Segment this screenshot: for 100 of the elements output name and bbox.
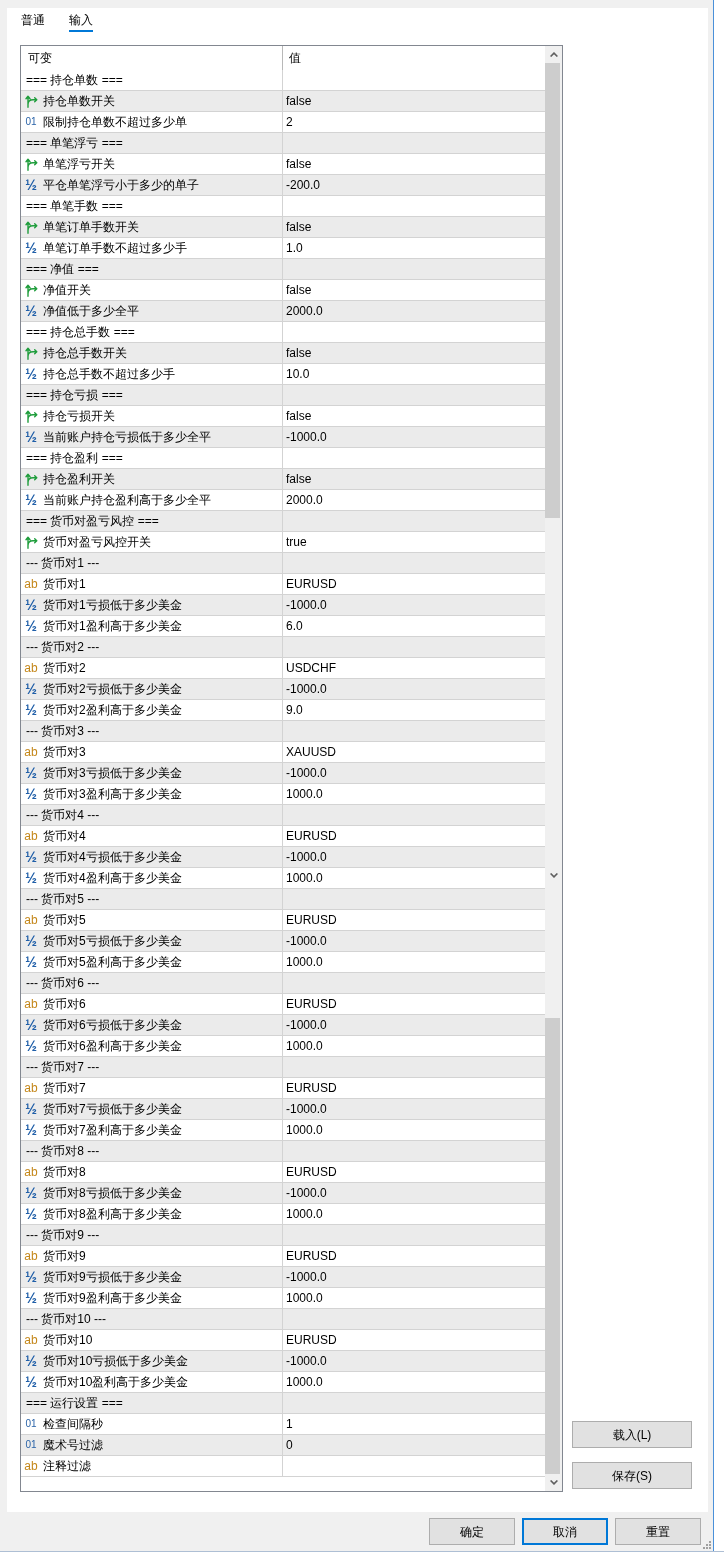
table-row[interactable]: ½ 当前账户持仓亏损低于多少全平 -1000.0 (21, 427, 545, 448)
parameter-value[interactable]: -200.0 (286, 179, 321, 191)
table-row[interactable]: ab 货币对8 EURUSD (21, 1162, 545, 1183)
resize-grip-icon[interactable] (703, 1541, 711, 1549)
dialog-button[interactable]: 取消 (522, 1518, 608, 1545)
parameter-value[interactable]: EURUSD (286, 914, 337, 926)
scrollbar-thumb[interactable] (545, 63, 560, 518)
table-row[interactable]: === 运行设置 === (21, 1393, 545, 1414)
parameter-value[interactable]: 1 (286, 1418, 293, 1430)
table-row[interactable]: --- 货币对4 --- (21, 805, 545, 826)
table-row[interactable]: ab 货币对7 EURUSD (21, 1078, 545, 1099)
parameter-value[interactable]: EURUSD (286, 1334, 337, 1346)
table-row[interactable]: 01 限制持仓单数不超过多少单 2 (21, 112, 545, 133)
table-row[interactable]: ab 注释过滤 (21, 1456, 545, 1477)
table-row[interactable]: 01 检查间隔秒 1 (21, 1414, 545, 1435)
parameter-value[interactable]: -1000.0 (286, 1271, 327, 1283)
column-header[interactable]: 值 (289, 52, 301, 64)
table-row[interactable]: ½ 平仓单笔浮亏小于多少的单子 -200.0 (21, 175, 545, 196)
table-row[interactable]: ½ 货币对6亏损低于多少美金 -1000.0 (21, 1015, 545, 1036)
dialog-button[interactable]: 重置 (615, 1518, 701, 1545)
table-row[interactable]: ½ 货币对9盈利高于多少美金 1000.0 (21, 1288, 545, 1309)
scrollbar-track[interactable] (545, 46, 562, 1491)
table-row[interactable]: ½ 当前账户持仓盈利高于多少全平 2000.0 (21, 490, 545, 511)
table-row[interactable]: === 货币对盈亏风控 === (21, 511, 545, 532)
table-row[interactable]: === 单笔浮亏 === (21, 133, 545, 154)
table-row[interactable]: --- 货币对2 --- (21, 637, 545, 658)
parameter-value[interactable]: -1000.0 (286, 1103, 327, 1115)
parameter-value[interactable]: 10.0 (286, 368, 310, 380)
table-row[interactable]: 单笔浮亏开关 false (21, 154, 545, 175)
table-row[interactable]: ½ 货币对7盈利高于多少美金 1000.0 (21, 1120, 545, 1141)
table-row[interactable]: 01 魔术号过滤 0 (21, 1435, 545, 1456)
dialog-button[interactable]: 确定 (429, 1518, 515, 1545)
table-row[interactable]: 持仓盈利开关 false (21, 469, 545, 490)
table-row[interactable]: --- 货币对3 --- (21, 721, 545, 742)
parameter-value[interactable]: EURUSD (286, 1250, 337, 1262)
column-header[interactable]: 可变 (28, 52, 52, 64)
parameter-value[interactable]: -1000.0 (286, 1355, 327, 1367)
table-row[interactable]: 货币对盈亏风控开关 true (21, 532, 545, 553)
table-row[interactable]: ½ 货币对1盈利高于多少美金 6.0 (21, 616, 545, 637)
parameter-value[interactable]: EURUSD (286, 830, 337, 842)
table-row[interactable]: === 单笔手数 === (21, 196, 545, 217)
parameter-value[interactable]: 9.0 (286, 704, 303, 716)
parameter-value[interactable]: false (286, 473, 312, 485)
parameter-value[interactable]: 0 (286, 1439, 293, 1451)
table-row[interactable]: --- 货币对7 --- (21, 1057, 545, 1078)
parameter-value[interactable]: -1000.0 (286, 1187, 327, 1199)
table-row[interactable]: === 净值 === (21, 259, 545, 280)
table-row[interactable]: ½ 持仓总手数不超过多少手 10.0 (21, 364, 545, 385)
parameter-value[interactable]: 1000.0 (286, 1292, 323, 1304)
table-row[interactable]: --- 货币对8 --- (21, 1141, 545, 1162)
parameter-value[interactable]: -1000.0 (286, 683, 327, 695)
parameter-value[interactable]: 1000.0 (286, 1124, 323, 1136)
parameter-value[interactable]: false (286, 221, 312, 233)
parameter-value[interactable]: 1000.0 (286, 872, 323, 884)
table-row[interactable]: ½ 货币对10亏损低于多少美金 -1000.0 (21, 1351, 545, 1372)
table-row[interactable]: 持仓总手数开关 false (21, 343, 545, 364)
parameter-value[interactable]: 1000.0 (286, 1376, 323, 1388)
table-row[interactable]: ½ 货币对7亏损低于多少美金 -1000.0 (21, 1099, 545, 1120)
parameter-value[interactable]: 2000.0 (286, 305, 323, 317)
parameter-value[interactable]: EURUSD (286, 1166, 337, 1178)
table-row[interactable]: === 持仓总手数 === (21, 322, 545, 343)
parameter-value[interactable]: false (286, 158, 312, 170)
table-row[interactable]: ½ 货币对6盈利高于多少美金 1000.0 (21, 1036, 545, 1057)
parameter-value[interactable]: -1000.0 (286, 767, 327, 779)
table-row[interactable]: ab 货币对9 EURUSD (21, 1246, 545, 1267)
table-row[interactable]: ½ 货币对10盈利高于多少美金 1000.0 (21, 1372, 545, 1393)
tab[interactable]: 输入 (69, 8, 93, 32)
parameter-value[interactable]: -1000.0 (286, 851, 327, 863)
table-row[interactable]: === 持仓亏损 === (21, 385, 545, 406)
parameter-value[interactable]: XAUUSD (286, 746, 336, 758)
table-row[interactable]: ½ 货币对4盈利高于多少美金 1000.0 (21, 868, 545, 889)
table-row[interactable]: ½ 货币对4亏损低于多少美金 -1000.0 (21, 847, 545, 868)
parameter-value[interactable]: 1000.0 (286, 788, 323, 800)
table-row[interactable]: --- 货币对5 --- (21, 889, 545, 910)
parameter-value[interactable]: -1000.0 (286, 935, 327, 947)
parameter-value[interactable]: 2000.0 (286, 494, 323, 506)
parameter-value[interactable]: 1000.0 (286, 1040, 323, 1052)
table-row[interactable]: --- 货币对9 --- (21, 1225, 545, 1246)
table-row[interactable]: ½ 货币对1亏损低于多少美金 -1000.0 (21, 595, 545, 616)
table-row[interactable]: === 持仓盈利 === (21, 448, 545, 469)
table-row[interactable]: 单笔订单手数开关 false (21, 217, 545, 238)
table-row[interactable]: --- 货币对10 --- (21, 1309, 545, 1330)
parameter-value[interactable]: 6.0 (286, 620, 303, 632)
parameter-value[interactable]: 2 (286, 116, 293, 128)
parameter-value[interactable]: true (286, 536, 307, 548)
table-row[interactable]: --- 货币对1 --- (21, 553, 545, 574)
parameter-value[interactable]: false (286, 284, 312, 296)
table-row[interactable]: ab 货币对2 USDCHF (21, 658, 545, 679)
scrollbar-thumb[interactable] (545, 1018, 560, 1474)
table-row[interactable]: 持仓亏损开关 false (21, 406, 545, 427)
table-row[interactable]: ½ 货币对3盈利高于多少美金 1000.0 (21, 784, 545, 805)
table-row[interactable]: ½ 货币对2亏损低于多少美金 -1000.0 (21, 679, 545, 700)
parameter-value[interactable]: false (286, 347, 312, 359)
parameter-value[interactable]: USDCHF (286, 662, 336, 674)
parameter-value[interactable]: 1.0 (286, 242, 303, 254)
parameter-value[interactable]: EURUSD (286, 578, 337, 590)
table-row[interactable]: ½ 单笔订单手数不超过多少手 1.0 (21, 238, 545, 259)
parameter-value[interactable]: -1000.0 (286, 1019, 327, 1031)
table-row[interactable]: ½ 货币对5亏损低于多少美金 -1000.0 (21, 931, 545, 952)
table-row[interactable]: ½ 货币对8盈利高于多少美金 1000.0 (21, 1204, 545, 1225)
